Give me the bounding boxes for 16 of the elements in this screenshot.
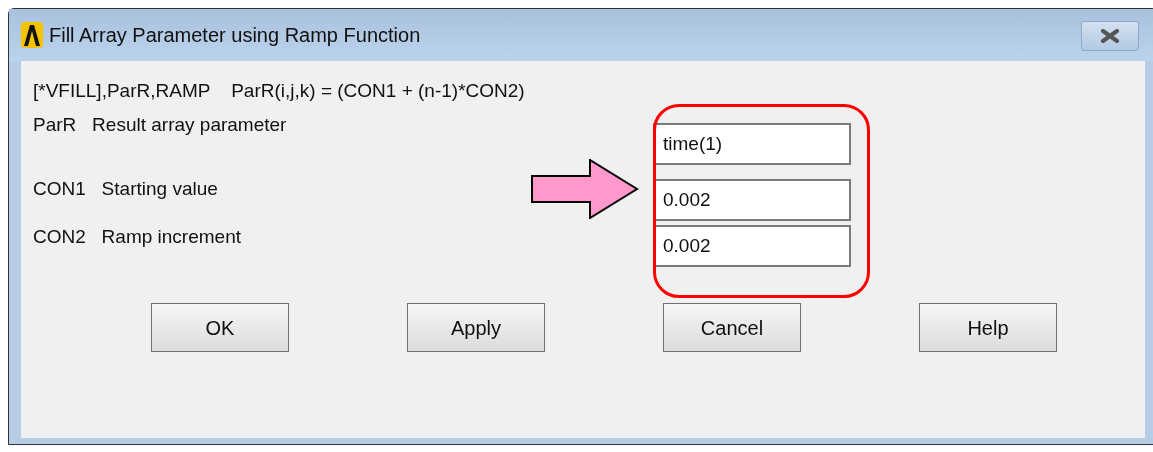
- dialog-button[interactable]: OK: [151, 303, 289, 352]
- input-field[interactable]: 0.002: [653, 225, 851, 267]
- arrow-icon: [531, 159, 639, 219]
- command-text: [*VFILL],ParR,RAMP ParR(i,j,k) = (CON1 + (n-1)*CON2): [33, 79, 526, 103]
- close-icon: [1099, 29, 1121, 43]
- dialog-button[interactable]: Apply: [407, 303, 545, 352]
- dialog-button[interactable]: Cancel: [663, 303, 801, 352]
- input-field[interactable]: time(1): [653, 123, 851, 165]
- parameter-label: ParR Result array parameter: [33, 113, 288, 137]
- window-title: Fill Array Parameter using Ramp Function: [49, 23, 421, 48]
- input-field[interactable]: 0.002: [653, 179, 851, 221]
- close-button[interactable]: [1081, 21, 1139, 51]
- dialog-button[interactable]: Help: [919, 303, 1057, 352]
- parameter-label: CON2 Ramp increment: [33, 225, 242, 249]
- parameter-label: CON1 Starting value: [33, 177, 219, 201]
- app-logo-icon: [21, 22, 43, 48]
